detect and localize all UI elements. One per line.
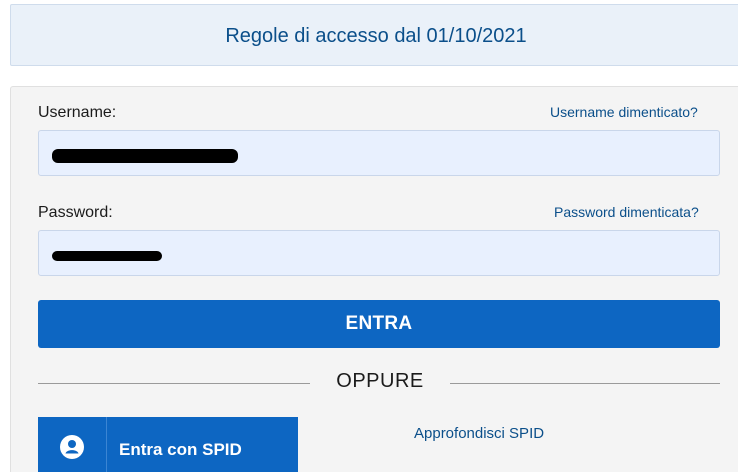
separator-line-left — [38, 383, 310, 384]
access-rules-banner: Regole di accesso dal 01/10/2021 — [10, 4, 738, 66]
login-page: Regole di accesso dal 01/10/2021 Usernam… — [0, 0, 738, 472]
forgot-username-link[interactable]: Username dimenticato? — [550, 104, 698, 120]
forgot-password-link[interactable]: Password dimenticata? — [554, 204, 699, 220]
username-label: Username: — [38, 104, 117, 121]
username-redaction — [52, 149, 238, 163]
password-label: Password: — [38, 204, 113, 221]
separator-line-right — [450, 383, 720, 384]
password-redaction — [52, 251, 162, 261]
spid-login-button[interactable]: Entra con SPID — [38, 417, 298, 472]
user-icon — [38, 417, 107, 472]
separator-label: OPPURE — [336, 370, 424, 392]
spid-button-label: Entra con SPID — [119, 440, 242, 459]
spid-info-link[interactable]: Approfondisci SPID — [414, 425, 544, 442]
login-submit-button[interactable]: ENTRA — [38, 300, 720, 348]
access-rules-link[interactable]: Regole di accesso dal 01/10/2021 — [11, 5, 738, 67]
